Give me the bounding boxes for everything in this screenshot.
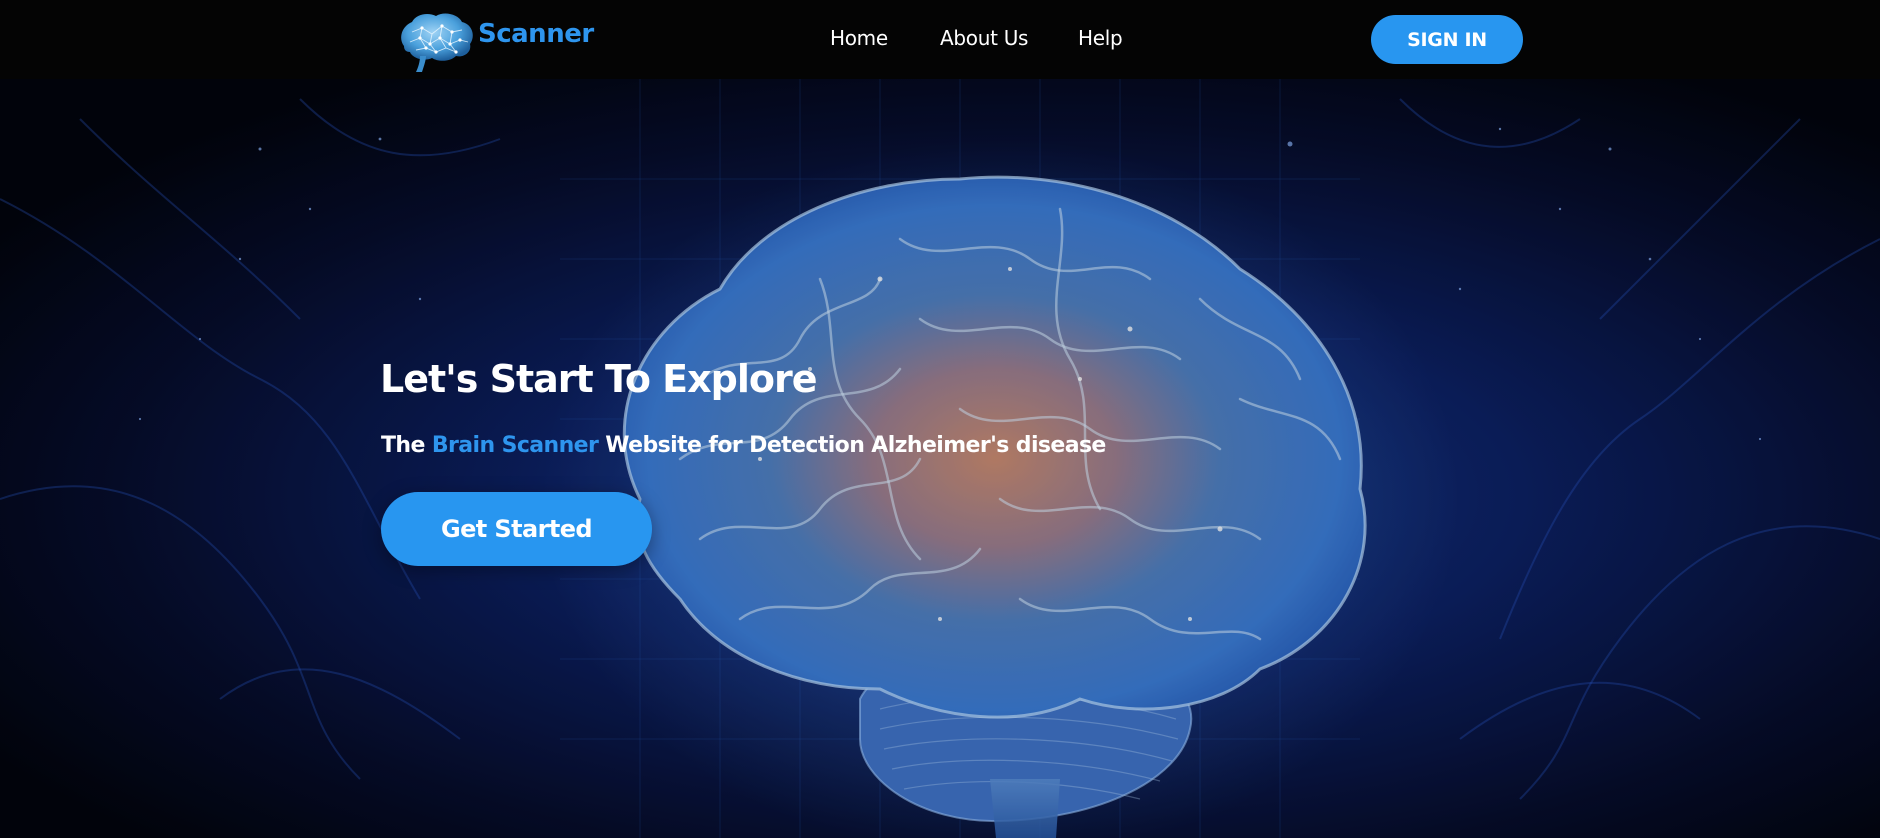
hero-title: Let's Start To Explore [380,357,817,401]
brain-icon [401,13,473,72]
sign-in-button[interactable]: SIGN IN [1371,15,1523,64]
get-started-button[interactable]: Get Started [381,492,652,566]
nav-help-link[interactable]: Help [1078,26,1123,50]
brand-logo-link[interactable]: Scanner [396,8,594,74]
main-nav: Home About Us Help [0,0,1880,79]
subtitle-suffix: Website for Detection Alzheimer's diseas… [598,433,1106,458]
subtitle-highlight: Brain Scanner [431,433,599,458]
nav-home-link[interactable]: Home [830,26,888,50]
brand-name: Scanner [478,19,594,49]
hero-section: Let's Start To Explore The Brain Scanner… [0,79,1880,838]
subtitle-prefix: The [381,433,432,458]
brain-scan-background-image [0,79,1880,838]
navbar: Scanner Home About Us Help SIGN IN [0,0,1880,79]
nav-about-us-link[interactable]: About Us [940,26,1028,50]
hero-subtitle: The Brain Scanner Website for Detection … [381,433,1106,458]
